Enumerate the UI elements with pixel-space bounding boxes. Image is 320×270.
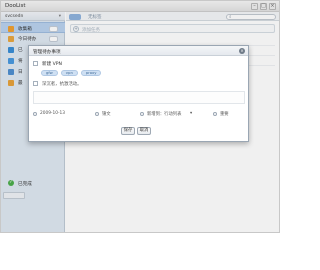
due-date-field[interactable]: 2009-10-13 [40, 111, 65, 116]
close-icon[interactable]: × [239, 48, 245, 54]
tag-chip[interactable]: gfw [41, 70, 58, 76]
task-title-row: 新建 VPN [33, 59, 153, 67]
edit-task-dialog: 管理待办事项 × 新建 VPN gfw vpn proxy 深沉者，抗激活动。 … [28, 45, 249, 142]
save-button[interactable]: 保存 [121, 127, 135, 135]
task-meta-row: 2009-10-13 锦文 新增到：行动列表 ▾ 重要 [33, 110, 245, 117]
tag-list: gfw vpn proxy [41, 70, 102, 76]
list-icon [140, 111, 144, 116]
tag-chip[interactable]: proxy [80, 70, 102, 76]
repeat-field[interactable]: 锦文 [102, 111, 111, 117]
tag-chip[interactable]: vpn [60, 70, 78, 76]
list-select[interactable]: 新增到：行动列表 [147, 111, 181, 117]
task-title-input[interactable]: 新建 VPN [42, 61, 62, 67]
cancel-button[interactable]: 取消 [137, 127, 151, 135]
dialog-title: 管理待办事项 [33, 49, 61, 55]
task-checkbox[interactable] [33, 60, 38, 66]
chevron-down-icon: ▾ [190, 111, 193, 116]
clock-icon [33, 111, 37, 116]
subtask-text[interactable]: 深沉者，抗激活动。 [42, 81, 82, 87]
priority-field[interactable]: 重要 [220, 111, 229, 117]
subtask-row: 深沉者，抗激活动。 [33, 79, 153, 87]
star-icon [213, 111, 217, 116]
dialog-header: 管理待办事项 × [29, 46, 248, 56]
app-window: DooList – □ × svcsedn ▾ 收集箱 今日待办 已 将 日 最… [0, 0, 280, 233]
subtask-checkbox[interactable] [33, 80, 38, 86]
note-textarea[interactable] [33, 91, 245, 104]
repeat-icon [95, 111, 99, 116]
